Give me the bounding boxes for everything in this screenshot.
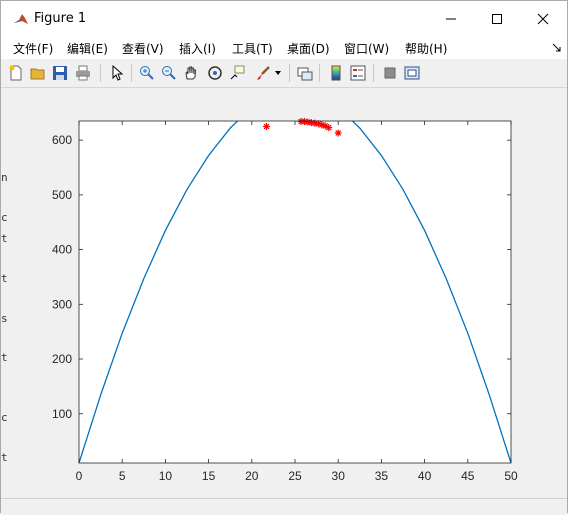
x-tick-label: 0	[76, 469, 83, 483]
x-tick-label: 50	[504, 469, 518, 483]
menu-view[interactable]: 查看(V)	[122, 40, 164, 57]
figure-toolbar	[1, 59, 567, 88]
new-figure-icon[interactable]	[7, 64, 25, 82]
x-tick-label: 30	[332, 469, 346, 483]
show-plot-tools-icon[interactable]	[403, 64, 421, 82]
dock-arrow-icon[interactable]	[552, 43, 561, 52]
menu-desktop[interactable]: 桌面(D)	[287, 40, 330, 57]
x-tick-label: 5	[119, 469, 126, 483]
minimize-icon	[446, 18, 456, 20]
maximize-icon	[492, 14, 502, 24]
save-icon[interactable]	[51, 64, 69, 82]
plot-axes[interactable]: 0 5 10 15 20 25 30 35 40 45 50 100 200 300 400 500 600	[1, 88, 567, 498]
close-icon	[537, 13, 549, 25]
x-tick-label: 10	[159, 469, 173, 483]
y-tick-label: 300	[52, 297, 72, 311]
brush-icon[interactable]	[254, 64, 272, 82]
pan-icon[interactable]	[182, 64, 200, 82]
open-file-icon[interactable]	[29, 64, 47, 82]
colorbar-icon[interactable]	[327, 64, 345, 82]
maximize-button[interactable]	[474, 1, 520, 37]
close-button[interactable]	[520, 1, 566, 37]
minimize-button[interactable]	[428, 1, 474, 37]
plot-area[interactable]	[79, 121, 511, 463]
toolbar-separator	[131, 64, 132, 82]
legend-icon[interactable]	[349, 64, 367, 82]
y-tick-label: 500	[52, 188, 72, 202]
hide-plot-tools-icon[interactable]	[381, 64, 399, 82]
rotate-3d-icon[interactable]	[206, 64, 224, 82]
x-tick-label: 45	[461, 469, 475, 483]
menu-bar: 文件(F) 编辑(E) 查看(V) 插入(I) 工具(T) 桌面(D) 窗口(W…	[1, 37, 567, 59]
zoom-out-icon[interactable]	[160, 64, 178, 82]
print-icon[interactable]	[74, 64, 92, 82]
x-tick-label: 35	[375, 469, 389, 483]
toolbar-separator	[289, 64, 290, 82]
data-cursor-icon[interactable]	[228, 64, 246, 82]
x-tick-label: 40	[418, 469, 432, 483]
y-tick-label: 400	[52, 243, 72, 257]
y-tick-label: 600	[52, 133, 72, 147]
bottom-edge	[1, 498, 567, 515]
menu-tools[interactable]: 工具(T)	[232, 40, 273, 57]
figure-window: Figure 1 文件(F) 编辑(E) 查看(V) 插入(I) 工具(T) 桌…	[0, 0, 568, 515]
title-bar: Figure 1	[1, 1, 567, 37]
y-tick-label: 200	[52, 352, 72, 366]
x-tick-label: 15	[202, 469, 216, 483]
toolbar-separator	[100, 64, 101, 82]
x-tick-label: 20	[245, 469, 259, 483]
menu-insert[interactable]: 插入(I)	[179, 40, 216, 57]
toolbar-separator	[373, 64, 374, 82]
link-plot-icon[interactable]	[296, 64, 314, 82]
y-tick-label: 100	[52, 407, 72, 421]
menu-help[interactable]: 帮助(H)	[405, 40, 447, 57]
window-title: Figure 1	[34, 11, 87, 26]
pointer-icon[interactable]	[108, 64, 126, 82]
dropdown-arrow-icon[interactable]	[273, 64, 283, 82]
x-tick-label: 25	[288, 469, 302, 483]
menu-file[interactable]: 文件(F)	[13, 40, 53, 57]
menu-window[interactable]: 窗口(W)	[344, 40, 389, 57]
menu-edit[interactable]: 编辑(E)	[67, 40, 108, 57]
zoom-in-icon[interactable]	[138, 64, 156, 82]
matlab-logo-icon	[13, 12, 29, 28]
toolbar-separator	[319, 64, 320, 82]
